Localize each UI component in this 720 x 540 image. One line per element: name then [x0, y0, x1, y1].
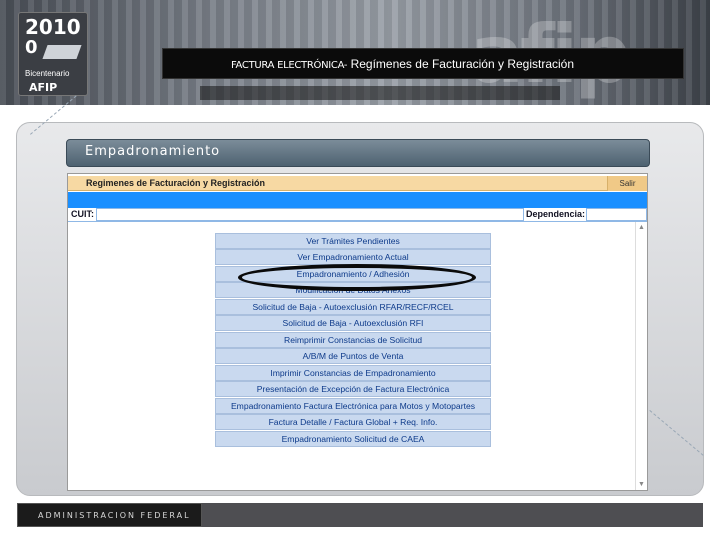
- dependencia-label: Dependencia:: [526, 209, 586, 219]
- menu-item-ver-tramites-pendientes[interactable]: Ver Trámites Pendientes: [215, 233, 491, 249]
- footer-label-box: ADMINISTRACION FEDERAL: [17, 503, 202, 527]
- app-titlebar: Regimenes de Facturación y Registración …: [68, 176, 647, 191]
- flag-icon: [42, 45, 82, 59]
- banner-title-bar: FACTURA ELECTRÓNICA- Regímenes de Factur…: [162, 48, 684, 79]
- page-title: FACTURA ELECTRÓNICA- Regímenes de Factur…: [231, 57, 574, 71]
- menu-item-imprimir-constancias[interactable]: Imprimir Constancias de Empadronamiento: [215, 364, 491, 381]
- page-title-rest: Regímenes de Facturación y Registración: [347, 56, 575, 71]
- cuit-label: CUIT:: [71, 209, 94, 219]
- menu-item-factura-detalle[interactable]: Factura Detalle / Factura Global + Req. …: [215, 414, 491, 431]
- exit-button[interactable]: Salir: [607, 176, 647, 191]
- page: afip 2010 0 Bicentenario AFIP FACTURA EL…: [0, 0, 720, 540]
- afip-logo-mark: AFIP: [29, 81, 58, 94]
- cuit-field[interactable]: [96, 208, 524, 221]
- logo-number: 0: [25, 37, 38, 58]
- menu-item-solicitud-caea[interactable]: Empadronamiento Solicitud de CAEA: [215, 430, 491, 447]
- app-title: Regimenes de Facturación y Registración: [86, 178, 266, 188]
- menu-item-abm-puntos-venta[interactable]: A/B/M de Puntos de Venta: [215, 348, 491, 365]
- app-blue-bar: [68, 192, 647, 208]
- menu-item-presentacion-excepcion[interactable]: Presentación de Excepción de Factura Ele…: [215, 381, 491, 398]
- menu-item-ver-empadronamiento-actual[interactable]: Ver Empadronamiento Actual: [215, 249, 491, 266]
- vertical-scrollbar[interactable]: ▲ ▼: [635, 222, 647, 490]
- logo-year: 2010: [25, 15, 81, 39]
- highlight-ellipse: [238, 264, 476, 291]
- page-title-strong: FACTURA ELECTRÓNICA-: [231, 59, 348, 71]
- embedded-app-window: Regimenes de Facturación y Registración …: [67, 173, 648, 491]
- scroll-down-icon[interactable]: ▼: [638, 481, 645, 488]
- app-field-row: CUIT: Dependencia:: [68, 208, 647, 222]
- banner-underline: [200, 86, 560, 100]
- menu-item-motos-motopartes[interactable]: Empadronamiento Factura Electrónica para…: [215, 397, 491, 414]
- menu-item-reimprimir-constancias[interactable]: Reimprimir Constancias de Solicitud: [215, 331, 491, 348]
- footer-label: ADMINISTRACION FEDERAL: [38, 511, 191, 520]
- menu-item-baja-rfi[interactable]: Solicitud de Baja - Autoexclusión RFI: [215, 315, 491, 332]
- header-banner: afip 2010 0 Bicentenario AFIP FACTURA EL…: [0, 0, 710, 105]
- bicentenario-logo: 2010 0 Bicentenario AFIP: [18, 12, 88, 96]
- logo-subtitle: Bicentenario: [25, 69, 70, 78]
- footer-bar: [202, 503, 703, 527]
- section-header: Empadronamiento: [66, 139, 650, 167]
- dependencia-field[interactable]: [586, 208, 647, 221]
- scroll-up-icon[interactable]: ▲: [638, 224, 645, 231]
- menu-item-baja-rfar-recf-rcel[interactable]: Solicitud de Baja - Autoexclusión RFAR/R…: [215, 298, 491, 315]
